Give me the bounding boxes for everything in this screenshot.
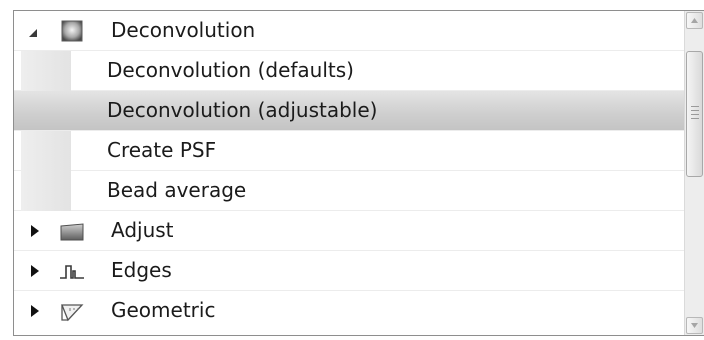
grip-line [691,118,699,119]
geometric-icon [61,304,84,322]
vertical-scrollbar[interactable] [684,11,704,335]
tree-item-label: Deconvolution (adjustable) [107,98,378,122]
tree-item-bead-average[interactable]: Bead average [14,171,684,211]
adjust-icon [60,223,84,241]
tree-item-label: Deconvolution (defaults) [107,58,354,82]
tree-category-geometric[interactable]: Geometric [14,291,684,331]
tree-category-adjust[interactable]: Adjust [14,211,684,251]
indent-guide [21,51,71,91]
operations-tree: Deconvolution Deconvolution (defaults) D… [14,11,684,335]
arrow-up-icon [691,18,698,23]
tree-category-deconvolution[interactable]: Deconvolution [14,11,684,51]
collapsed-arrow-icon[interactable] [29,224,41,238]
tree-item-label: Bead average [107,178,247,202]
tree-item-create-psf[interactable]: Create PSF [14,131,684,171]
deconvolution-icon [61,20,83,42]
indent-guide [21,131,71,171]
collapsed-arrow-icon[interactable] [29,264,41,278]
indent-guide [21,171,71,211]
grip-line [691,110,699,111]
tree-category-edges[interactable]: Edges [14,251,684,291]
collapsed-arrow-icon[interactable] [29,304,41,318]
arrow-down-icon [691,323,698,328]
tree-item-label: Create PSF [107,138,217,162]
scrollbar-thumb[interactable] [686,51,703,177]
indent-guide [21,91,71,131]
tree-category-label: Edges [111,258,172,282]
tree-category-label: Geometric [111,298,216,322]
edges-icon [60,265,84,279]
expanded-arrow-icon[interactable] [27,26,39,40]
grip-line [691,106,699,107]
tree-item-deconvolution-defaults[interactable]: Deconvolution (defaults) [14,51,684,91]
scroll-down-button[interactable] [686,317,703,334]
tree-category-label: Adjust [111,218,174,242]
operations-tree-panel: Deconvolution Deconvolution (defaults) D… [13,10,704,336]
scroll-up-button[interactable] [686,12,703,29]
grip-line [691,114,699,115]
tree-item-deconvolution-adjustable[interactable]: Deconvolution (adjustable) [14,91,684,131]
tree-category-label: Deconvolution [111,18,256,42]
